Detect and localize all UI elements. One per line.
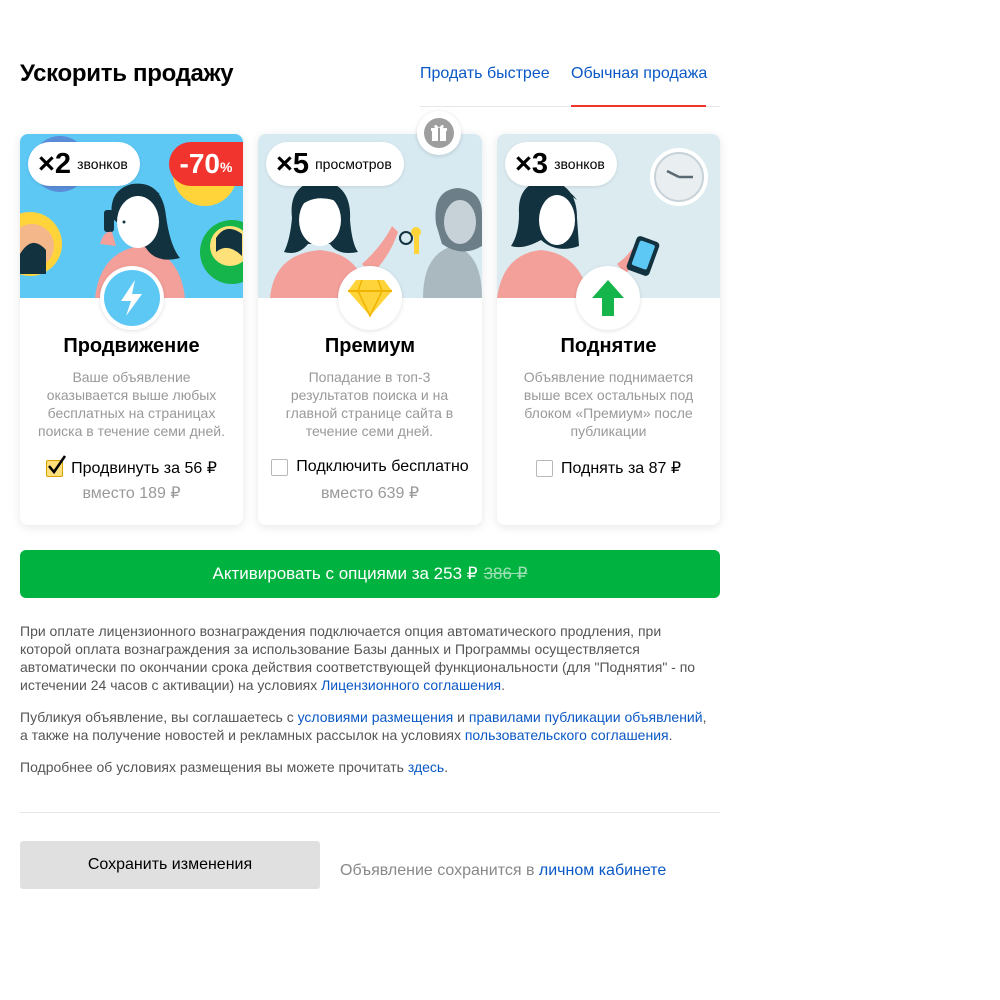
terms-conjunction: и xyxy=(453,709,469,725)
diamond-icon xyxy=(338,266,402,330)
more-info-notice: Подробнее об условиях размещения вы може… xyxy=(20,758,710,776)
activate-label: Активировать с опциями за 253 ₽ xyxy=(212,564,478,583)
tab-regular-sale[interactable]: Обычная продажа xyxy=(571,65,707,83)
tab-sell-faster[interactable]: Продать быстрее xyxy=(420,65,550,83)
lightning-icon xyxy=(100,266,164,330)
card-description: Ваше объявление оказывается выше любых б… xyxy=(37,369,226,439)
more-info-text: Подробнее об условиях размещения вы може… xyxy=(20,759,408,775)
old-price: вместо 639 ₽ xyxy=(320,485,420,502)
divider xyxy=(20,812,720,813)
discount-percent: % xyxy=(220,159,233,175)
premium-card: ×5 просмотров Премиум Попадание в топ-3 … xyxy=(258,134,482,525)
calls-badge: ×2 звонков xyxy=(28,142,140,186)
card-title: Продвижение xyxy=(63,335,200,357)
badge-unit: звонков xyxy=(554,156,605,172)
premium-option-label: Подключить бесплатно xyxy=(296,458,469,475)
raise-checkbox[interactable] xyxy=(535,459,553,477)
punctuation: . xyxy=(444,759,449,775)
here-link[interactable]: здесь xyxy=(408,759,444,775)
save-note: Объявление сохранится в личном кабинете xyxy=(340,862,666,880)
promotion-card: ×2 звонков -70 % Продвижение Ваше объявл… xyxy=(20,134,243,525)
gift-icon[interactable] xyxy=(417,111,461,155)
premium-option[interactable]: Подключить бесплатно xyxy=(258,458,482,476)
views-badge: ×5 просмотров xyxy=(266,142,404,186)
personal-account-link[interactable]: личном кабинете xyxy=(539,862,666,879)
card-title: Премиум xyxy=(324,335,416,357)
discount-value: -70 xyxy=(179,148,220,179)
active-tab-underline xyxy=(571,105,706,107)
punctuation: . xyxy=(501,677,505,693)
raise-option[interactable]: Поднять за 87 ₽ xyxy=(497,458,720,478)
card-description: Объявление поднимается выше всех остальн… xyxy=(523,369,694,439)
promote-option[interactable]: Продвинуть за 56 ₽ xyxy=(20,454,243,478)
badge-unit: просмотров xyxy=(315,156,392,172)
activate-button[interactable]: Активировать с опциями за 253 ₽ 386 ₽ xyxy=(20,550,720,598)
calls-badge: ×3 звонков xyxy=(505,142,617,186)
publication-rules-link[interactable]: правилами публикации объявлений xyxy=(469,709,703,725)
punctuation: . xyxy=(668,727,673,743)
old-price: вместо 189 ₽ xyxy=(82,485,181,502)
save-note-text: Объявление сохранится в xyxy=(340,862,539,879)
activate-old-price: 386 ₽ xyxy=(483,564,528,583)
card-description: Попадание в топ-3 результатов поиска и н… xyxy=(285,369,454,439)
tab-bar: Продать быстрее Обычная продажа xyxy=(420,60,720,107)
badge-multiplier: ×3 xyxy=(515,147,549,180)
license-agreement-link[interactable]: Лицензионного соглашения xyxy=(321,677,501,693)
terms-notice: Публикуя объявление, вы соглашаетесь с у… xyxy=(20,708,710,744)
arrow-up-icon xyxy=(576,266,640,330)
raise-option-label: Поднять за 87 ₽ xyxy=(560,460,682,477)
promote-option-label: Продвинуть за 56 ₽ xyxy=(71,460,217,477)
user-agreement-link[interactable]: пользовательского соглашения xyxy=(465,727,669,743)
badge-unit: звонков xyxy=(77,156,128,172)
promote-checkbox[interactable] xyxy=(46,454,67,477)
card-title: Поднятие xyxy=(560,335,657,357)
premium-checkbox[interactable] xyxy=(271,458,289,476)
badge-multiplier: ×5 xyxy=(276,147,310,180)
raise-card: ×3 звонков Поднятие Объявление поднимает… xyxy=(497,134,720,525)
badge-multiplier: ×2 xyxy=(38,147,72,180)
discount-badge: -70 % xyxy=(169,142,243,186)
terms-text: Публикуя объявление, вы соглашаетесь с xyxy=(20,709,298,725)
autorenew-notice: При оплате лицензионного вознаграждения … xyxy=(20,622,710,694)
page-title: Ускорить продажу xyxy=(20,60,234,87)
placement-terms-link[interactable]: условиями размещения xyxy=(298,709,454,725)
save-button[interactable]: Сохранить изменения xyxy=(20,841,320,889)
